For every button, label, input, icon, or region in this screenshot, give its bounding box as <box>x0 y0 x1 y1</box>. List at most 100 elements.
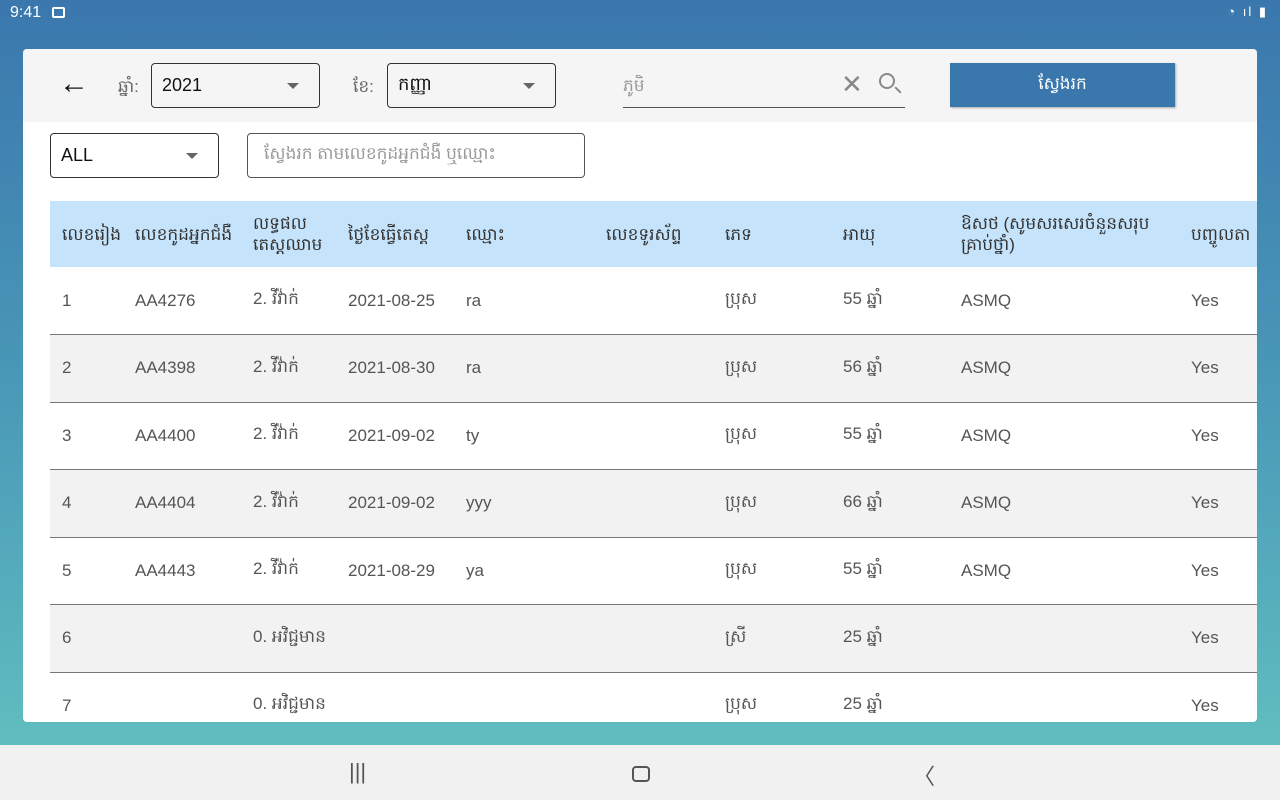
table-cell: Yes <box>1179 537 1257 605</box>
year-value: 2021 <box>162 75 203 95</box>
table-cell: 2021-09-02 <box>336 402 454 470</box>
table-cell: 2021-08-25 <box>336 267 454 335</box>
village-search-input[interactable]: ភូមិ ✕ <box>623 63 905 108</box>
table-cell: 7 <box>50 672 123 722</box>
column-header: លេខរៀង <box>50 201 123 267</box>
table-row[interactable]: 5 AA4443 2. វីវ៉ាក់ 2021-08-29 ya ប្រុស 55 ឆ្ន… <box>50 537 1257 605</box>
table-cell: ty <box>454 402 594 470</box>
table-cell: Yes <box>1179 604 1257 673</box>
table-cell: 55 ឆ្នាំ <box>831 402 949 470</box>
table-cell: 4 <box>50 469 123 538</box>
system-icons: ◔ ıl ▮ <box>1227 4 1268 19</box>
home-icon[interactable] <box>632 766 650 782</box>
table-cell: yyy <box>454 469 594 538</box>
column-header: ឱសថ (សូមសរសេរចំនួនសរុប គ្រាប់ថ្នាំ) <box>949 201 1179 267</box>
table-cell: AA4400 <box>123 402 241 470</box>
year-select[interactable]: 2021 <box>151 63 320 108</box>
table-cell: 25 ឆ្នាំ <box>831 604 949 673</box>
clear-icon[interactable]: ✕ <box>841 69 863 100</box>
table-cell: AA4398 <box>123 334 241 403</box>
chevron-down-icon <box>186 152 198 159</box>
table-cell: ya <box>454 537 594 605</box>
column-header: ថ្ងៃខែធ្វើតេស្ត <box>336 201 454 267</box>
column-header: លេខកូដអ្នកជំងឺ <box>123 201 241 267</box>
table-cell: 0. អវិជ្ជមាន <box>241 604 336 673</box>
table-cell <box>454 604 594 673</box>
table-cell: ប្រុស <box>713 537 831 605</box>
column-header: លេខទូរស័ព្ទ <box>594 201 713 267</box>
back-arrow-icon[interactable]: ← <box>59 67 89 101</box>
table-cell: ASMQ <box>949 267 1179 335</box>
main-card: ← ឆ្នាំ: 2021 ខែ: កញ្ញា ភូមិ ✕ ស្វែងរក A… <box>23 49 1257 722</box>
table-cell <box>594 604 713 673</box>
table-cell <box>594 672 713 722</box>
table-row[interactable]: 2 AA4398 2. វីវ៉ាក់ 2021-08-30 ra ប្រុស 56 ឆ្ន… <box>50 334 1257 403</box>
back-nav-icon[interactable]: 〈 <box>913 759 935 791</box>
column-header: បញ្ចូលតា <box>1179 201 1257 267</box>
table-cell <box>123 604 241 673</box>
table-cell <box>336 672 454 722</box>
table-cell: Yes <box>1179 267 1257 335</box>
recent-apps-icon[interactable]: ||| <box>349 759 366 785</box>
table-cell <box>336 604 454 673</box>
month-value: កញ្ញា <box>398 74 432 94</box>
table-cell: ASMQ <box>949 537 1179 605</box>
table-cell: 1 <box>50 267 123 335</box>
table-cell: ra <box>454 334 594 403</box>
table-row[interactable]: 7 0. អវិជ្ជមាន ប្រុស 25 ឆ្នាំ Yes <box>50 672 1257 722</box>
table-cell: Yes <box>1179 469 1257 538</box>
table-cell: 25 ឆ្នាំ <box>831 672 949 722</box>
table-cell: ប្រុស <box>713 672 831 722</box>
table-cell: ប្រុស <box>713 267 831 335</box>
table-cell <box>594 537 713 605</box>
clock: 9:41 <box>10 4 42 21</box>
patient-table: លេខរៀង លេខកូដអ្នកជំងឺ លទ្ធផល តេស្តឈាម ថ្ងៃខ… <box>50 201 1257 722</box>
table-row[interactable]: 4 AA4404 2. វីវ៉ាក់ 2021-09-02 yyy ប្រុស 66 ឆ្… <box>50 469 1257 538</box>
table-cell: ASMQ <box>949 402 1179 470</box>
toolbar: ← ឆ្នាំ: 2021 ខែ: កញ្ញា ភូមិ ✕ ស្វែងរក <box>23 49 1257 122</box>
table-header: លេខរៀង លេខកូដអ្នកជំងឺ លទ្ធផល តេស្តឈាម ថ្ងៃខ… <box>50 201 1257 267</box>
table-cell <box>594 267 713 335</box>
table-cell: 2021-08-29 <box>336 537 454 605</box>
search-button[interactable]: ស្វែងរក <box>950 63 1175 107</box>
table-cell <box>594 334 713 403</box>
table-cell: Yes <box>1179 672 1257 722</box>
table-cell: 3 <box>50 402 123 470</box>
table-cell: ra <box>454 267 594 335</box>
column-header: ភេទ <box>713 201 831 267</box>
table-cell: 5 <box>50 537 123 605</box>
table-cell: 2. វីវ៉ាក់ <box>241 334 336 403</box>
table-cell: 2021-09-02 <box>336 469 454 538</box>
image-notification-icon <box>52 7 65 18</box>
month-label: ខែ: <box>353 77 374 96</box>
table-cell: 2. វីវ៉ាក់ <box>241 267 336 335</box>
table-cell: 66 ឆ្នាំ <box>831 469 949 538</box>
column-header: ឈ្មោះ <box>454 201 594 267</box>
year-label: ឆ្នាំ: <box>118 77 139 96</box>
table-cell <box>594 402 713 470</box>
table-cell <box>949 604 1179 673</box>
table-cell <box>123 672 241 722</box>
month-select[interactable]: កញ្ញា <box>387 63 556 108</box>
table-cell: AA4404 <box>123 469 241 538</box>
table-cell <box>949 672 1179 722</box>
search-icon[interactable] <box>879 73 895 89</box>
table-cell: 2021-08-30 <box>336 334 454 403</box>
table-cell <box>454 672 594 722</box>
table-cell: 2 <box>50 334 123 403</box>
table-row[interactable]: 1 AA4276 2. វីវ៉ាក់ 2021-08-25 ra ប្រុស 55 ឆ្ន… <box>50 267 1257 335</box>
table-row[interactable]: 3 AA4400 2. វីវ៉ាក់ 2021-09-02 ty ប្រុស 55 ឆ្ន… <box>50 402 1257 470</box>
table-cell: ASMQ <box>949 469 1179 538</box>
patient-search-input[interactable]: ស្វែងរក តាមលេខកូដអ្នកជំងឺ ឬឈ្មោះ <box>247 133 585 178</box>
table-cell: ប្រុស <box>713 402 831 470</box>
table-cell: 2. វីវ៉ាក់ <box>241 537 336 605</box>
table-cell: AA4276 <box>123 267 241 335</box>
table-cell: ប្រុស <box>713 469 831 538</box>
table-cell: 2. វីវ៉ាក់ <box>241 469 336 538</box>
table-cell: AA4443 <box>123 537 241 605</box>
table-cell: ប្រុស <box>713 334 831 403</box>
table-row[interactable]: 6 0. អវិជ្ជមាន ស្រី 25 ឆ្នាំ Yes <box>50 604 1257 673</box>
type-filter-select[interactable]: ALL <box>50 133 219 178</box>
chevron-down-icon <box>287 82 299 89</box>
table-cell: Yes <box>1179 334 1257 403</box>
